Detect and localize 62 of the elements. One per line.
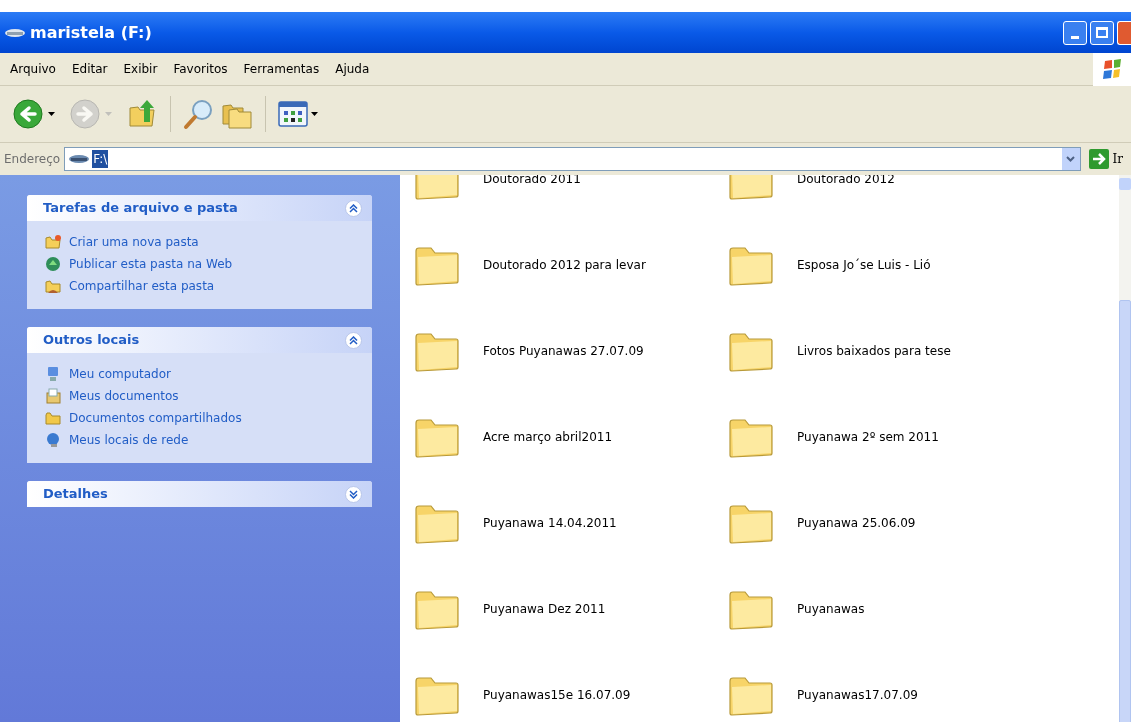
folder-item[interactable]: Puyanawa 2º sem 2011 xyxy=(727,415,939,459)
panel-title: Tarefas de arquivo e pasta xyxy=(43,199,238,218)
collapse-button[interactable] xyxy=(345,199,362,217)
maximize-button[interactable] xyxy=(1090,20,1114,45)
views-button[interactable] xyxy=(278,101,318,127)
close-button[interactable] xyxy=(1117,20,1131,45)
caret-icon xyxy=(105,112,112,116)
folder-item[interactable]: Esposa Jo´se Luis - Lió xyxy=(727,243,931,287)
folder-item[interactable]: Puyanawa 25.06.09 xyxy=(727,501,916,545)
task-link[interactable]: Criar uma nova pasta xyxy=(45,233,354,251)
chevron-down-icon xyxy=(349,489,358,499)
menu-item[interactable]: Favoritos xyxy=(173,60,228,78)
share-icon xyxy=(45,278,61,294)
chevron-up-icon xyxy=(349,335,358,345)
globe-icon xyxy=(45,256,61,272)
minimize-button[interactable] xyxy=(1063,20,1087,45)
folder-item[interactable]: Puyanawa 14.04.2011 xyxy=(413,501,617,545)
computer-icon xyxy=(45,366,61,382)
dropdown-button[interactable] xyxy=(1061,148,1080,170)
menu-item[interactable]: Ferramentas xyxy=(243,60,320,78)
task-link[interactable]: Compartilhar esta pasta xyxy=(45,277,354,295)
caret-icon xyxy=(48,112,55,116)
documents-icon xyxy=(45,388,61,404)
address-value: F:\ xyxy=(92,150,109,168)
task-link[interactable]: Meus documentos xyxy=(45,387,354,405)
caret-icon xyxy=(311,112,318,116)
folder-item[interactable]: Livros baixados para tese xyxy=(727,329,951,373)
task-link[interactable]: Publicar esta pasta na Web xyxy=(45,255,354,273)
menu-item[interactable]: Ajuda xyxy=(335,60,370,78)
windows-logo-icon xyxy=(1093,52,1131,86)
drive-icon xyxy=(68,153,91,165)
folder-item[interactable]: Puyanawas xyxy=(727,587,865,631)
task-link[interactable]: Documentos compartilhados xyxy=(45,409,354,427)
chevron-up-icon xyxy=(349,203,358,213)
folder-item[interactable]: Puyanawas17.07.09 xyxy=(727,673,918,717)
chevron-down-icon xyxy=(1066,156,1075,162)
panel-title: Detalhes xyxy=(43,485,108,504)
go-button[interactable]: Ir xyxy=(1084,149,1127,169)
go-arrow-icon xyxy=(1088,149,1109,169)
new-folder-icon xyxy=(45,234,61,250)
task-link[interactable]: Meu computador xyxy=(45,365,354,383)
folder-up-icon[interactable] xyxy=(126,98,158,130)
address-field[interactable]: F:\ xyxy=(64,147,1081,171)
drive-icon xyxy=(4,26,26,39)
folder-item[interactable]: Puyanawa Dez 2011 xyxy=(413,587,606,631)
menu-item[interactable]: Exibir xyxy=(123,60,158,78)
expand-button[interactable] xyxy=(345,485,362,503)
folder-icon xyxy=(45,410,61,426)
folder-item[interactable]: Acre março abril2011 xyxy=(413,415,613,459)
views-icon xyxy=(278,101,308,127)
folder-item[interactable]: Fotos Puyanawas 27.07.09 xyxy=(413,329,644,373)
address-label: Endereço xyxy=(4,151,61,168)
menu-item[interactable]: Arquivo xyxy=(10,60,56,78)
menu-item[interactable]: Editar xyxy=(71,60,108,78)
network-icon xyxy=(45,432,61,448)
folder-item[interactable]: Puyanawas15e 16.07.09 xyxy=(413,673,631,717)
task-link[interactable]: Meus locais de rede xyxy=(45,431,354,449)
window-title: maristela (F:) xyxy=(30,21,152,44)
panel-title: Outros locais xyxy=(43,331,140,350)
search-icon[interactable] xyxy=(183,98,215,130)
collapse-button[interactable] xyxy=(345,331,362,349)
folder-item[interactable]: Doutorado 2012 para levar xyxy=(413,243,646,287)
